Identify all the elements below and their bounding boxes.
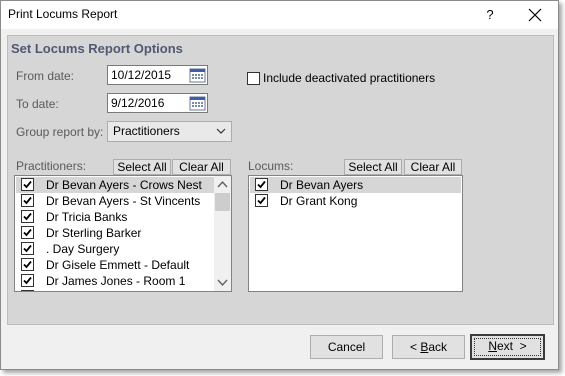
list-item-checkbox[interactable] [21,194,34,207]
to-date-label: To date: [16,97,59,111]
list-item-label: Dr Sterling Barker [46,226,142,240]
group-by-select[interactable]: Practitioners [107,121,232,142]
scroll-thumb[interactable] [215,193,230,211]
checkmark-icon [23,244,32,253]
locums-list[interactable]: Dr Grant Kong Dr Bevan Ayers [248,175,463,292]
list-item-label: . Day Surgery [46,242,120,256]
scroll-up-arrow-icon[interactable] [214,176,231,193]
window-title: Print Locums Report [8,7,118,21]
help-button[interactable]: ? [475,5,505,25]
checkmark-icon [23,276,32,285]
group-by-value: Practitioners [113,124,180,138]
checkmark-icon [23,228,32,237]
practitioners-clear-all-button[interactable]: Clear All [172,159,231,175]
close-button[interactable] [517,5,553,25]
list-item[interactable]: Dr James Jones - Room 1 [16,273,214,289]
list-item-checkbox[interactable] [21,178,34,191]
locums-label: Locums: [248,159,294,173]
calendar-icon[interactable] [189,95,206,111]
chevron-down-icon [216,128,226,134]
checkmark-icon [22,291,33,292]
list-item-checkbox[interactable] [21,210,34,223]
locums-clear-all-button[interactable]: Clear All [404,159,462,175]
group-by-label: Group report by: [16,125,104,139]
panel-title: Set Locums Report Options [11,41,183,56]
practitioners-select-all-button[interactable]: Select All [113,159,171,175]
checkmark-icon [23,260,32,269]
list-item-label: Dr Bevan Ayers - Crows Nest [46,178,202,192]
checkmark-icon [257,196,266,205]
question-mark-icon: ? [486,7,494,22]
include-deactivated-checkbox[interactable] [247,72,260,85]
checkmark-icon [257,180,266,189]
from-date-input[interactable]: 10/12/2015 [107,65,208,85]
cancel-button[interactable]: Cancel [310,335,383,359]
to-date-value: 9/12/2016 [111,96,165,110]
close-icon [528,8,542,22]
list-item[interactable]: Dr Sterling Barker [16,225,214,241]
list-item-checkbox[interactable] [21,226,34,239]
list-item-checkbox[interactable] [21,274,34,287]
list-item-label: Dr Bevan Ayers [280,178,364,192]
to-date-input[interactable]: 9/12/2016 [107,93,208,113]
list-item-label: Dr Grant Kong [280,194,358,208]
list-item-label: Dr Tricia Banks [46,210,128,224]
back-label-rest: ack [428,340,448,354]
next-button[interactable]: Next > [470,334,545,360]
checkmark-icon [23,196,32,205]
list-item[interactable]: Dr Bevan Ayers - St Vincents [16,193,214,209]
locums-select-all-button[interactable]: Select All [344,159,402,175]
list-item-checkbox[interactable] [255,178,268,191]
calendar-icon[interactable] [189,67,206,83]
scroll-down-arrow-icon[interactable] [214,274,231,291]
print-locums-report-dialog: Print Locums Report ? Set Locums Report … [0,0,559,370]
from-date-label: From date: [16,69,75,83]
practitioners-label: Practitioners: [16,159,87,173]
back-arrow-text: < [409,340,421,354]
checkmark-icon [23,212,32,221]
list-item-checkbox[interactable] [255,194,268,207]
list-item[interactable]: Dr Bevan Ayers - Crows Nest [16,177,214,193]
next-mnemonic: N [488,339,497,353]
practitioners-scrollbar[interactable] [214,176,231,291]
practitioners-list[interactable]: Dr Grant Kong - Crows Nest Dr James Jones… [14,175,232,292]
include-deactivated-label: Include deactivated practitioners [263,71,436,85]
list-item[interactable]: Dr Grant Kong - Crows Nest [16,289,214,292]
list-item-label: Dr Grant Kong - Crows Nest [46,290,196,291]
list-item[interactable]: Dr Tricia Banks [16,209,214,225]
list-item[interactable]: . Day Surgery [16,241,214,257]
checkmark-icon [23,180,32,189]
list-item[interactable]: Dr Bevan Ayers [250,177,461,193]
list-item-checkbox[interactable] [21,290,34,292]
next-label-rest: ext > [496,339,527,353]
list-item[interactable]: Dr Grant Kong [250,193,461,209]
options-panel: Set Locums Report Options From date: 10/… [7,35,554,325]
title-bar: Print Locums Report ? [1,1,558,29]
list-item-label: Dr Gisele Emmett - Default [46,258,190,272]
from-date-value: 10/12/2015 [111,68,172,82]
list-item-label: Dr James Jones - Room 1 [46,274,186,288]
list-item-checkbox[interactable] [21,242,34,255]
list-item[interactable]: Dr Gisele Emmett - Default [16,257,214,273]
list-item-checkbox[interactable] [21,258,34,271]
list-item-label: Dr Bevan Ayers - St Vincents [46,194,201,208]
back-button[interactable]: < Back [392,335,465,359]
